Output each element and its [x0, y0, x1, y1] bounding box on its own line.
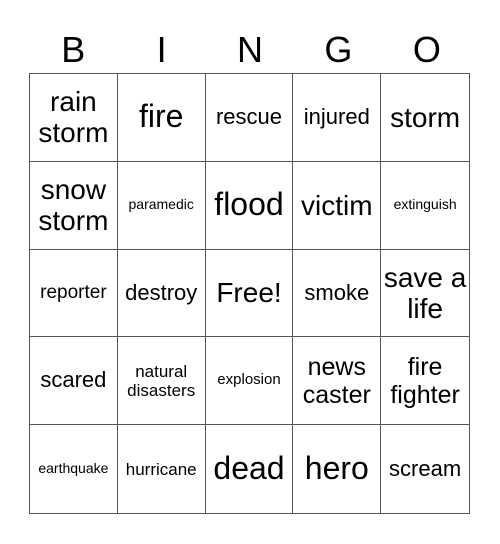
bingo-cell[interactable]: paramedic — [117, 161, 206, 250]
header-letter-i: I — [156, 29, 167, 70]
header-letter-b: B — [61, 29, 86, 70]
bingo-cell[interactable]: injured — [293, 74, 382, 162]
bingo-cell[interactable]: smoke — [293, 249, 382, 338]
bingo-cell[interactable]: hurricane — [118, 425, 206, 513]
bingo-cell[interactable]: victim — [293, 161, 382, 250]
bingo-cell[interactable]: scared — [30, 337, 118, 426]
bingo-cell[interactable]: storm — [381, 74, 469, 162]
bingo-cell[interactable]: earthquake — [30, 425, 118, 513]
header-letter-o: O — [412, 29, 441, 70]
bingo-cell[interactable]: extinguish — [381, 162, 469, 250]
bingo-cell[interactable]: natural disasters — [117, 337, 206, 426]
bingo-cell[interactable]: destroy — [117, 249, 206, 338]
bingo-grid: rain storm fire rescue injured storm sno… — [29, 73, 470, 514]
bingo-cell[interactable]: rain storm — [30, 74, 118, 162]
bingo-cell[interactable]: dead — [206, 425, 294, 513]
header-letter-g: G — [324, 29, 353, 70]
bingo-cell[interactable]: news caster — [293, 337, 382, 426]
bingo-cell[interactable]: fire — [117, 74, 206, 162]
bingo-cell[interactable]: reporter — [30, 249, 118, 338]
bingo-cell[interactable]: hero — [293, 425, 382, 513]
bingo-cell[interactable]: flood — [205, 161, 294, 250]
bingo-cell[interactable]: scream — [381, 425, 469, 513]
bingo-cell[interactable]: explosion — [205, 337, 294, 426]
bingo-header: B I N G O — [29, 28, 471, 72]
free-space[interactable]: Free! — [205, 249, 294, 338]
bingo-cell[interactable]: snow storm — [30, 161, 118, 250]
header-letter-n: N — [237, 29, 264, 70]
bingo-cell[interactable]: save a life — [381, 250, 469, 338]
bingo-cell[interactable]: rescue — [205, 74, 294, 162]
bingo-cell[interactable]: fire fighter — [381, 337, 469, 426]
